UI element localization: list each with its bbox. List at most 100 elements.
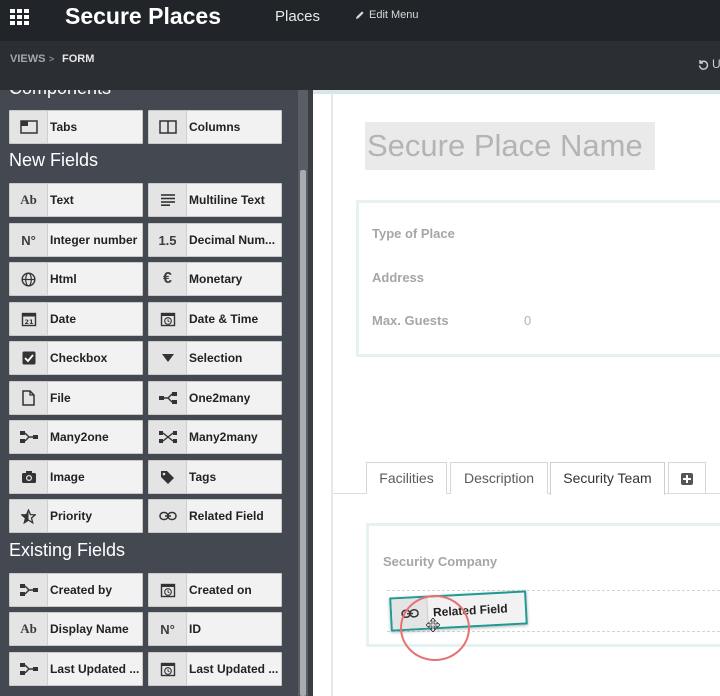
tab-facilities[interactable]: Facilities [366,462,447,494]
existing-id-label: ID [189,622,201,636]
euro-icon: € [149,263,187,295]
field-html-button[interactable]: Html [9,262,143,296]
tabs-icon [10,111,48,143]
field-many2many-label: Many2many [189,430,258,444]
existing-id-button[interactable]: N° ID [148,612,282,646]
edit-menu-label: Edit Menu [369,9,419,21]
many2many-icon [149,421,187,453]
form-top-border [313,90,720,94]
tab-security-team[interactable]: Security Team [550,462,665,495]
decimal-icon: 1.5 [149,224,187,256]
field-checkbox-button[interactable]: Checkbox [9,341,143,375]
field-monetary-label: Monetary [189,272,243,286]
field-many2one-label: Many2one [50,430,109,444]
field-image-label: Image [50,470,85,484]
field-related-label: Related Field [189,509,264,523]
clock-calendar-icon [149,574,187,606]
edit-menu-link[interactable]: Edit Menu [355,9,419,21]
new-fields-title: New Fields [9,150,99,170]
field-image-button[interactable]: Image [9,460,143,494]
plus-square-icon [681,472,693,485]
field-date-label: Date [50,312,77,326]
camera-icon [10,461,48,493]
field-monetary-button[interactable]: € Monetary [148,262,282,296]
text-icon: Ab [10,184,48,216]
field-datetime-button[interactable]: Date & Time [148,302,282,336]
max-guests-label[interactable]: Max. Guests [372,313,449,328]
field-many2many-button[interactable]: Many2many [148,420,282,454]
undo-label: U [712,57,720,71]
undo-icon [698,60,709,70]
existing-created-by-label: Created by [50,583,113,597]
field-priority-button[interactable]: Priority [9,499,143,533]
pencil-icon [356,11,364,19]
field-tags-label: Tags [189,470,217,484]
app-title: Secure Places [65,3,222,29]
one2many-icon [149,382,187,414]
component-columns-button[interactable]: Columns [148,110,282,144]
component-tabs-button[interactable]: Tabs [9,110,143,144]
existing-last-updated-on-label: Last Updated ... [189,662,279,676]
field-priority-label: Priority [50,509,93,523]
breadcrumb-views[interactable]: VIEWS [10,53,45,65]
security-company-label[interactable]: Security Company [383,554,497,569]
link-icon [149,500,187,532]
field-multiline-text-button[interactable]: Multiline Text [148,183,282,217]
component-columns-label: Columns [189,120,241,134]
existing-last-updated-on-button[interactable]: Last Updated ... [148,652,282,686]
existing-created-by-button[interactable]: Created by [9,573,143,607]
field-multiline-text-label: Multiline Text [189,193,265,207]
star-icon [10,500,48,532]
field-text-label: Text [50,193,74,207]
field-selection-label: Selection [189,351,243,365]
breadcrumb: VIEWS > FORM [0,41,720,90]
components-title: Components [9,90,111,99]
add-tab-button[interactable] [668,462,706,494]
field-decimal-button[interactable]: 1.5 Decimal Num... [148,223,282,257]
sidebar-scrollbar-thumb[interactable] [300,170,306,696]
clock-calendar-icon [149,653,187,685]
svg-text:21: 21 [24,318,34,326]
form-sheet-border [331,94,333,696]
field-integer-label: Integer number [50,233,138,247]
checkbox-icon [10,342,48,374]
move-cursor-icon [426,618,440,632]
existing-display-name-button[interactable]: Ab Display Name [9,612,143,646]
field-many2one-button[interactable]: Many2one [9,420,143,454]
undo-button[interactable]: U [697,57,720,71]
tag-icon [149,461,187,493]
existing-fields-title: Existing Fields [9,540,126,560]
calendar-icon: 21 [10,303,48,335]
nav-places-link[interactable]: Places [275,8,320,25]
place-name-field[interactable]: Secure Place Name [365,122,655,170]
many2one-icon [10,421,48,453]
existing-display-name-label: Display Name [50,622,129,636]
apps-grid-icon[interactable] [10,9,30,25]
existing-created-on-label: Created on [189,583,252,597]
integer-icon: N° [10,224,48,256]
field-file-button[interactable]: File [9,381,143,415]
max-guests-value[interactable]: 0 [524,313,531,328]
caret-down-icon [149,342,187,374]
integer-icon: N° [149,613,187,645]
field-selection-button[interactable]: Selection [148,341,282,375]
field-text-button[interactable]: Ab Text [9,183,143,217]
field-datetime-label: Date & Time [189,312,259,326]
field-one2many-button[interactable]: One2many [148,381,282,415]
columns-icon [149,111,187,143]
existing-last-updated-by-button[interactable]: Last Updated ... [9,652,143,686]
multiline-icon [149,184,187,216]
field-decimal-label: Decimal Num... [189,233,276,247]
field-tags-button[interactable]: Tags [148,460,282,494]
existing-last-updated-by-label: Last Updated ... [50,662,140,676]
type-of-place-label[interactable]: Type of Place [372,226,455,241]
field-html-label: Html [50,272,77,286]
address-label[interactable]: Address [372,270,424,285]
field-related-button[interactable]: Related Field [148,499,282,533]
many2one-icon [10,653,48,685]
existing-created-on-button[interactable]: Created on [148,573,282,607]
field-integer-button[interactable]: N° Integer number [9,223,143,257]
field-date-button[interactable]: 21 Date [9,302,143,336]
clock-calendar-icon [149,303,187,335]
tab-description[interactable]: Description [450,462,548,494]
